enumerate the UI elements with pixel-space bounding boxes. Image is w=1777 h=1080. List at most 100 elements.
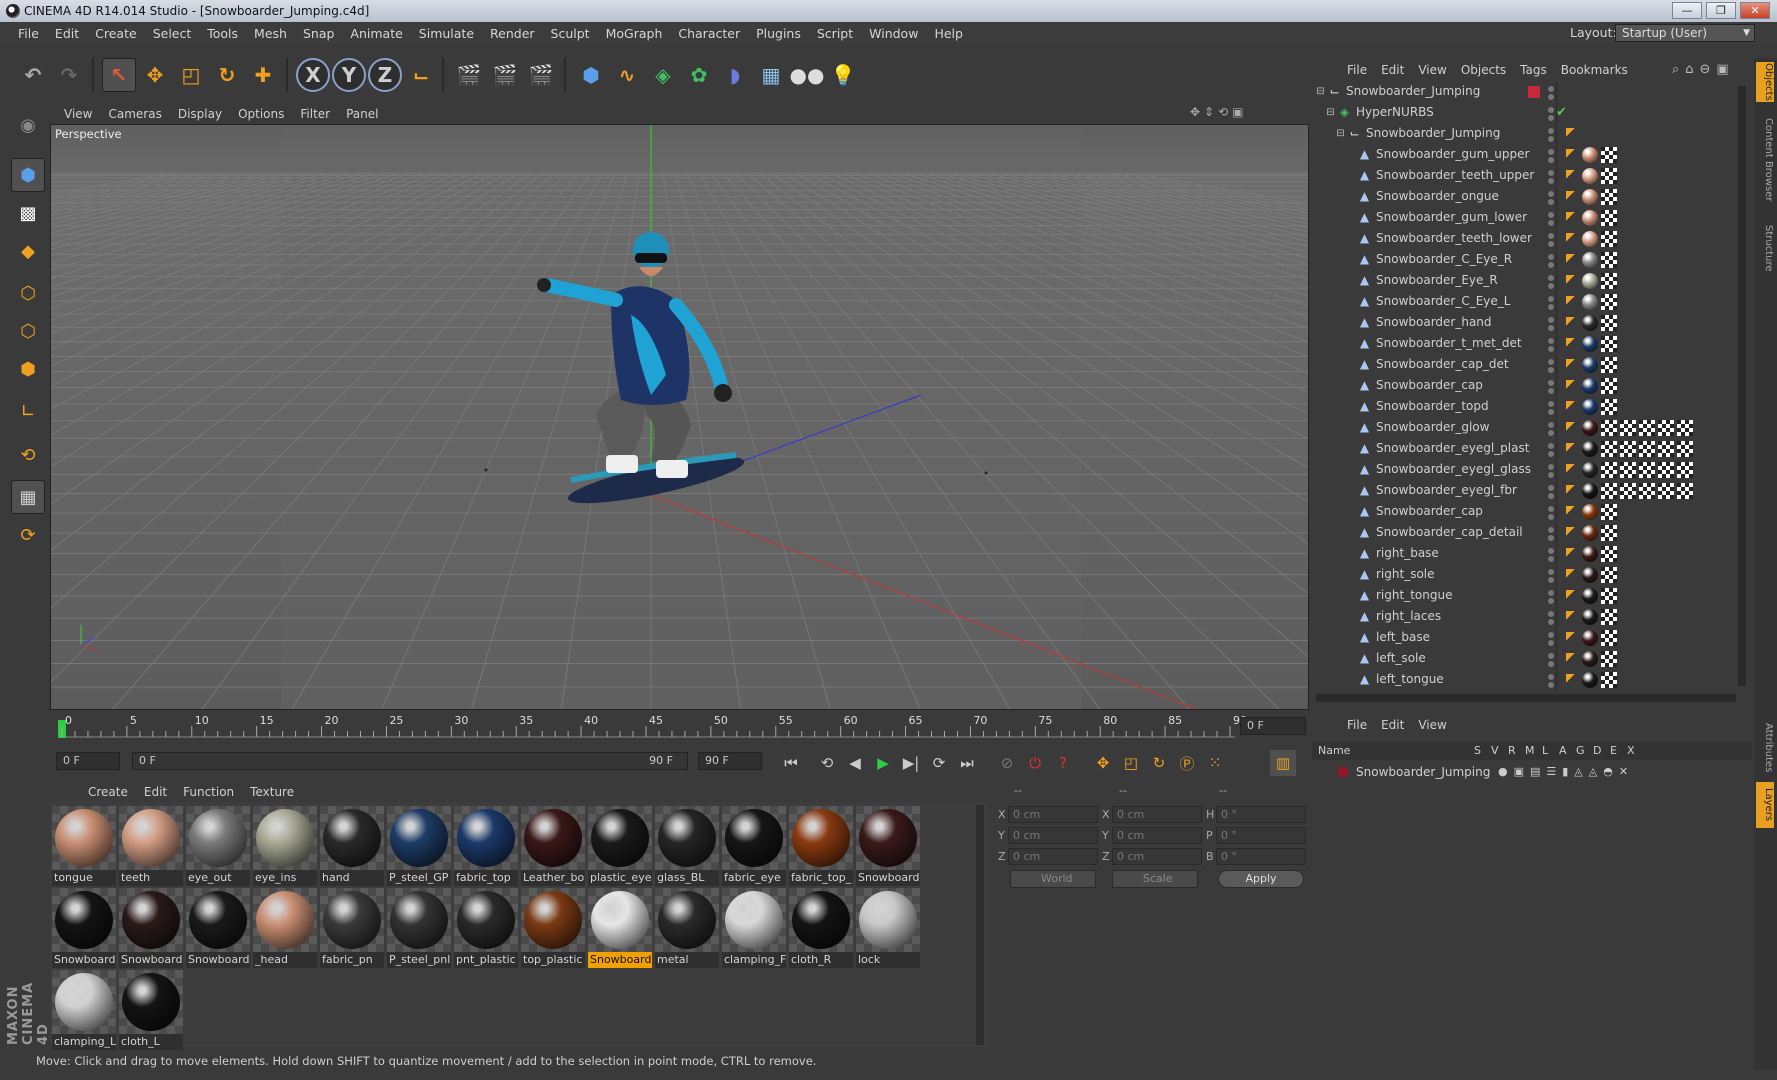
texture-tag-icon[interactable] bbox=[1601, 294, 1617, 310]
menu-window[interactable]: Window bbox=[861, 26, 926, 41]
visibility-dots[interactable] bbox=[1548, 212, 1556, 226]
material-menu-edit[interactable]: Edit bbox=[136, 785, 175, 799]
record-active-objects-icon[interactable]: ⊘ bbox=[994, 750, 1020, 776]
render-settings-icon[interactable]: 🎬 bbox=[524, 58, 558, 92]
object-row[interactable]: ▲ Snowboarder_teeth_upper bbox=[1312, 166, 1732, 187]
material-swatch[interactable]: fabric_eye bbox=[722, 806, 786, 886]
points-mode-icon[interactable]: ⬡ bbox=[11, 276, 45, 310]
material-swatch[interactable]: teeth bbox=[119, 806, 183, 886]
viewport-menu-view[interactable]: View bbox=[56, 107, 100, 121]
visibility-dots[interactable] bbox=[1548, 338, 1556, 352]
tab-layers[interactable]: Layers bbox=[1756, 782, 1774, 828]
menu-snap[interactable]: Snap bbox=[295, 26, 342, 41]
texture-tag-icon[interactable] bbox=[1639, 420, 1655, 436]
material-scrollbar[interactable] bbox=[976, 805, 984, 1045]
rot-p-field[interactable]: 0 ° bbox=[1216, 827, 1306, 844]
texture-tag-icon[interactable] bbox=[1601, 210, 1617, 226]
object-name[interactable]: Snowboarder_C_Eye_R bbox=[1376, 252, 1512, 266]
visibility-dots[interactable] bbox=[1548, 422, 1556, 436]
phong-tag-icon[interactable] bbox=[1566, 464, 1576, 476]
visibility-dots[interactable] bbox=[1548, 107, 1556, 121]
phong-tag-icon[interactable] bbox=[1566, 359, 1576, 371]
material-swatch[interactable]: plastic_eye bbox=[588, 806, 652, 886]
redo-icon[interactable]: ↷ bbox=[52, 58, 86, 92]
phong-tag-icon[interactable] bbox=[1566, 653, 1576, 665]
rotate-icon[interactable]: ↻ bbox=[210, 58, 244, 92]
viewport-nav-icons[interactable]: ✥⇕⟲▣ bbox=[1190, 105, 1248, 119]
object-row[interactable]: ▲ right_sole bbox=[1312, 565, 1732, 586]
material-swatch[interactable]: Snowboard bbox=[856, 806, 920, 886]
texture-tag-icon[interactable] bbox=[1601, 672, 1617, 688]
texture-tag-icon[interactable] bbox=[1601, 273, 1617, 289]
workplane-mode-icon[interactable]: ◆ bbox=[11, 234, 45, 268]
object-row[interactable]: ▲ Snowboarder_eyegl_plast bbox=[1312, 439, 1732, 460]
keyframe-selection-icon[interactable]: ? bbox=[1050, 750, 1076, 776]
next-frame-icon[interactable]: ▶| bbox=[898, 750, 924, 776]
phong-tag-icon[interactable] bbox=[1566, 590, 1576, 602]
create-object-icon[interactable]: ✚ bbox=[246, 58, 280, 92]
minimize-button[interactable]: — bbox=[1672, 2, 1702, 19]
snap-icon[interactable]: ▦ bbox=[11, 480, 45, 514]
tab-structure[interactable]: Structure bbox=[1756, 218, 1774, 278]
object-name[interactable]: left_base bbox=[1376, 630, 1430, 644]
object-row[interactable]: ▲ Snowboarder_gum_upper bbox=[1312, 145, 1732, 166]
layer-column-a[interactable]: A bbox=[1559, 744, 1567, 757]
material-swatch[interactable]: top_plastic bbox=[521, 888, 585, 968]
texture-tag-icon[interactable] bbox=[1601, 189, 1617, 205]
texture-tag-icon[interactable] bbox=[1601, 630, 1617, 646]
texture-tag-icon[interactable] bbox=[1601, 378, 1617, 394]
phong-tag-icon[interactable] bbox=[1566, 443, 1576, 455]
object-row[interactable]: ▲ right_laces bbox=[1312, 607, 1732, 628]
object-row[interactable]: ▲ Snowboarder_cap bbox=[1312, 502, 1732, 523]
x-axis-lock-icon[interactable]: X bbox=[296, 58, 330, 92]
menu-select[interactable]: Select bbox=[145, 26, 200, 41]
texture-tag-icon[interactable] bbox=[1620, 483, 1636, 499]
layer-column-g[interactable]: G bbox=[1576, 744, 1585, 757]
material-swatch[interactable]: metal bbox=[655, 888, 719, 968]
texture-tag-icon[interactable] bbox=[1601, 504, 1617, 520]
visibility-dots[interactable] bbox=[1548, 653, 1556, 667]
phong-tag-icon[interactable] bbox=[1566, 275, 1576, 287]
visibility-dots[interactable] bbox=[1548, 506, 1556, 520]
workplane-lock-icon[interactable]: ⟳ bbox=[11, 518, 45, 552]
object-name[interactable]: right_base bbox=[1376, 546, 1439, 560]
visibility-dots[interactable] bbox=[1548, 548, 1556, 562]
record-rotation-icon[interactable]: ↻ bbox=[1146, 750, 1172, 776]
texture-tag-icon[interactable] bbox=[1677, 420, 1693, 436]
texture-tag-icon[interactable] bbox=[1601, 483, 1617, 499]
object-row[interactable]: ▲ left_sole bbox=[1312, 649, 1732, 670]
object-manager-nav-icons[interactable]: ⌕⌂⊖▣ bbox=[1672, 62, 1735, 77]
phong-tag-icon[interactable] bbox=[1566, 401, 1576, 413]
texture-tag-icon[interactable] bbox=[1601, 525, 1617, 541]
deformer-icon[interactable]: ◗ bbox=[718, 58, 752, 92]
material-tag-icon[interactable] bbox=[1582, 210, 1598, 226]
render-view-icon[interactable]: 🎬 bbox=[452, 58, 486, 92]
object-row[interactable]: ▲ Snowboarder_glow bbox=[1312, 418, 1732, 439]
object-name[interactable]: Snowboarder_eyegl_plast bbox=[1376, 441, 1529, 455]
object-row[interactable]: ▲ right_base bbox=[1312, 544, 1732, 565]
object-name[interactable]: left_tongue bbox=[1376, 672, 1444, 686]
texture-tag-icon[interactable] bbox=[1658, 420, 1674, 436]
texture-tag-icon[interactable] bbox=[1658, 483, 1674, 499]
layer-column-e[interactable]: E bbox=[1610, 744, 1617, 757]
object-row[interactable]: ▲ Snowboarder_eyegl_fbr bbox=[1312, 481, 1732, 502]
size-x-field[interactable]: 0 cm bbox=[1112, 806, 1202, 823]
visibility-dots[interactable] bbox=[1548, 317, 1556, 331]
material-swatch[interactable]: Snowboard bbox=[52, 888, 116, 968]
start-frame-field[interactable]: 0 F bbox=[56, 752, 120, 770]
texture-tag-icon[interactable] bbox=[1620, 420, 1636, 436]
phong-tag-icon[interactable] bbox=[1566, 149, 1576, 161]
phong-tag-icon[interactable] bbox=[1566, 338, 1576, 350]
autokeying-icon[interactable]: ⏻ bbox=[1022, 750, 1048, 776]
material-tag-icon[interactable] bbox=[1582, 420, 1598, 436]
material-swatch[interactable]: fabric_pn bbox=[320, 888, 384, 968]
viewport-menu-filter[interactable]: Filter bbox=[292, 107, 338, 121]
object-row[interactable]: ▲ Snowboarder_topd bbox=[1312, 397, 1732, 418]
material-tag-icon[interactable] bbox=[1582, 399, 1598, 415]
scale-icon[interactable]: ◰ bbox=[174, 58, 208, 92]
menu-help[interactable]: Help bbox=[926, 26, 971, 41]
object-name[interactable]: Snowboarder_teeth_lower bbox=[1376, 231, 1532, 245]
texture-mode-icon[interactable]: ▩ bbox=[11, 196, 45, 230]
object-row[interactable]: ▲ Snowboarder_C_Eye_L bbox=[1312, 292, 1732, 313]
current-frame-field[interactable]: 0 F bbox=[1240, 717, 1306, 735]
